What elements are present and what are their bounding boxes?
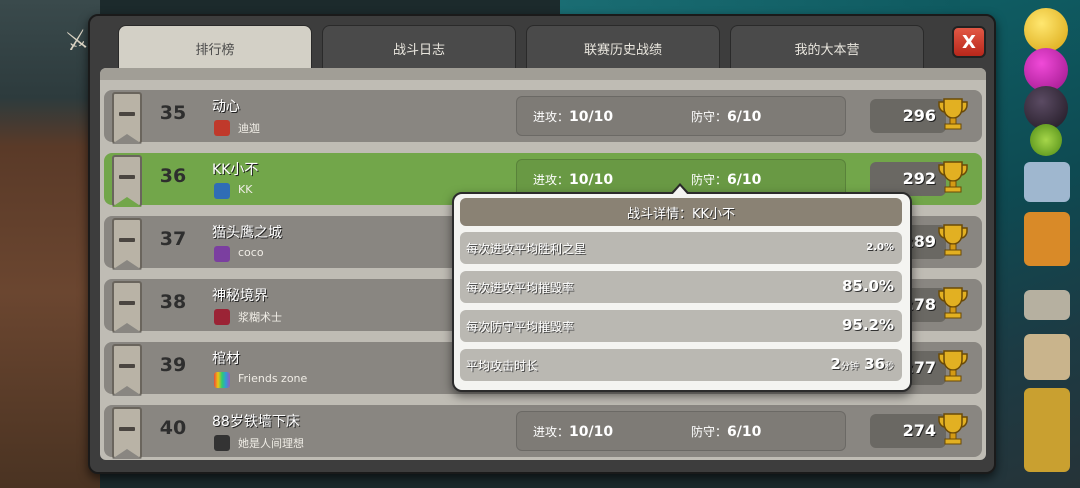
clan-name: 迪迦 bbox=[238, 122, 260, 135]
stat-value: 2.0% bbox=[866, 242, 894, 253]
trophy-icon bbox=[938, 98, 968, 130]
player-name: 棺材 bbox=[212, 351, 240, 367]
league-banner-icon bbox=[112, 344, 142, 396]
tab-bar: 排行榜 战斗日志 联赛历史战绩 我的大本营 bbox=[118, 25, 924, 70]
league-banner-icon bbox=[112, 281, 142, 333]
rank-number: 35 bbox=[159, 102, 187, 124]
defense-stat: 防守：6/10 bbox=[691, 109, 762, 125]
clan-handshake-icon[interactable] bbox=[1024, 212, 1070, 266]
attack-defense-stats: 进攻：10/10 防守：6/10 bbox=[516, 411, 846, 451]
attack-hammer-icon[interactable] bbox=[1024, 388, 1070, 472]
trophy-icon bbox=[938, 413, 968, 445]
league-banner-icon bbox=[112, 92, 142, 144]
attack-stat: 进攻：10/10 bbox=[533, 109, 614, 125]
leaderboard-row[interactable]: 35 动心 迪迦 进攻：10/10 防守：6/10 296 bbox=[104, 90, 982, 144]
stat-label: 每次进攻平均摧毁率 bbox=[466, 281, 575, 295]
clan-name: Friends zone bbox=[238, 372, 308, 385]
player-name: KK小不 bbox=[212, 162, 259, 178]
stat-value: 85.0% bbox=[841, 277, 894, 295]
tab-leaderboard[interactable]: 排行榜 bbox=[118, 25, 312, 70]
rank-number: 39 bbox=[159, 354, 187, 376]
tab-battle-log[interactable]: 战斗日志 bbox=[322, 25, 516, 70]
gold-icon[interactable] bbox=[1024, 8, 1068, 52]
clan-badge-icon bbox=[214, 309, 230, 325]
rank-number: 38 bbox=[159, 291, 187, 313]
rank-number: 36 bbox=[159, 165, 187, 187]
trophy-icon bbox=[938, 287, 968, 319]
clan-badge-icon bbox=[214, 246, 230, 262]
map-icon[interactable] bbox=[1024, 334, 1070, 380]
popup-stat-row: 每次进攻平均胜利之星 2.0% bbox=[460, 232, 902, 264]
stat-value: 2分钟 36秒 bbox=[830, 355, 894, 373]
clan-badge-icon bbox=[214, 435, 230, 451]
stat-value: 95.2% bbox=[841, 316, 894, 334]
clan-badge-icon bbox=[214, 372, 230, 388]
popup-stat-row: 平均攻击时长 2分钟 36秒 bbox=[460, 349, 902, 381]
popup-stat-row: 每次进攻平均摧毁率 85.0% bbox=[460, 271, 902, 303]
tab-league-history[interactable]: 联赛历史战绩 bbox=[526, 25, 720, 70]
trophy-count-box: 296 bbox=[870, 99, 946, 133]
rank-number: 40 bbox=[159, 417, 187, 439]
trophy-icon bbox=[938, 224, 968, 256]
clan-badge-icon bbox=[214, 183, 230, 199]
tab-my-village[interactable]: 我的大本营 bbox=[730, 25, 924, 70]
clan-name: 她是人间理想 bbox=[238, 437, 304, 450]
clan-name: coco bbox=[238, 246, 264, 259]
clan-name: 浆糊术士 bbox=[238, 311, 282, 324]
trophy-icon bbox=[938, 161, 968, 193]
clan-badge-icon bbox=[214, 120, 230, 136]
defense-stat: 防守：6/10 bbox=[691, 424, 762, 440]
game-background-left bbox=[0, 0, 100, 488]
close-button[interactable]: X bbox=[952, 26, 986, 58]
stat-minutes: 2 bbox=[830, 355, 841, 373]
league-banner-icon bbox=[112, 218, 142, 270]
list-top-edge bbox=[100, 68, 986, 80]
trophy-count: 292 bbox=[902, 169, 936, 188]
player-name: 88岁铁墙下床 bbox=[212, 414, 300, 430]
stat-seconds: 36 bbox=[864, 355, 885, 373]
leaderboard-row[interactable]: 40 88岁铁墙下床 她是人间理想 进攻：10/10 防守：6/10 274 bbox=[104, 405, 982, 459]
gem-icon[interactable] bbox=[1030, 124, 1062, 156]
trophy-count: 274 bbox=[902, 421, 936, 440]
player-name: 猫头鹰之城 bbox=[212, 225, 282, 241]
popup-pointer-inner bbox=[672, 186, 688, 195]
sword-icon: ⚔ bbox=[62, 24, 92, 58]
trophy-count: 296 bbox=[902, 106, 936, 125]
trophy-icon bbox=[938, 350, 968, 382]
attack-stat: 进攻：10/10 bbox=[533, 172, 614, 188]
builder-icon[interactable] bbox=[1024, 162, 1070, 202]
defense-stat: 防守：6/10 bbox=[691, 172, 762, 188]
clan-name: KK bbox=[238, 183, 253, 196]
stat-minutes-unit: 分钟 bbox=[840, 362, 859, 372]
stat-label: 每次进攻平均胜利之星 bbox=[466, 242, 587, 256]
battle-details-popup: 战斗详情：KK小不 每次进攻平均胜利之星 2.0% 每次进攻平均摧毁率 85.0… bbox=[452, 192, 912, 392]
stat-label: 平均攻击时长 bbox=[466, 359, 539, 373]
stat-label: 每次防守平均摧毁率 bbox=[466, 320, 575, 334]
popup-stat-row: 每次防守平均摧毁率 95.2% bbox=[460, 310, 902, 342]
player-name: 动心 bbox=[212, 99, 240, 115]
league-banner-icon bbox=[112, 155, 142, 207]
trophy-count-box: 274 bbox=[870, 414, 946, 448]
trophy-count-box: 292 bbox=[870, 162, 946, 196]
attack-defense-stats: 进攻：10/10 防守：6/10 bbox=[516, 96, 846, 136]
stat-seconds-unit: 秒 bbox=[884, 362, 894, 372]
league-banner-icon bbox=[112, 407, 142, 459]
attack-stat: 进攻：10/10 bbox=[533, 424, 614, 440]
popup-title: 战斗详情：KK小不 bbox=[460, 198, 902, 226]
player-name: 神秘境界 bbox=[212, 288, 268, 304]
chevron-up-icon[interactable] bbox=[1024, 290, 1070, 320]
rank-number: 37 bbox=[159, 228, 187, 250]
